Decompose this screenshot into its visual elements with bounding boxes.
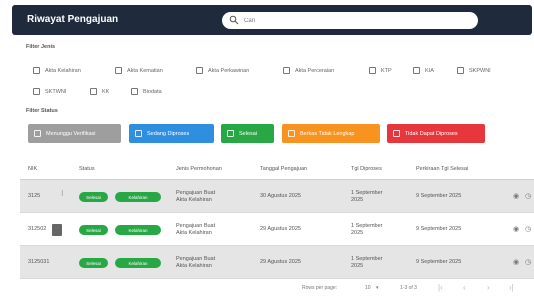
selesai-cell: 9 September 2025 [416,226,462,232]
checkbox[interactable] [33,88,40,95]
jenis-line1: Pengajuan Buat [176,223,216,229]
first-page-icon[interactable]: |‹ [438,283,443,292]
view-icon[interactable]: ◉ [513,192,519,200]
filter-kk[interactable]: KK [90,88,109,95]
column-tanggal-pengajuan[interactable]: Tanggal Pengajuan [260,166,307,172]
search-icon [229,15,239,25]
filter-jenis-label: Filter Jenis [26,44,56,50]
status-selesai-button[interactable]: Selesai [221,124,274,143]
checkbox[interactable] [413,67,420,74]
checkbox[interactable] [457,67,464,74]
rows-per-page-label: Rows per page: [302,285,338,291]
page-title: Riwayat Pengajuan [27,14,119,25]
last-page-icon[interactable]: ›| [509,283,514,292]
proses-line1: 1 September [351,223,383,229]
nik-cell: 312502 [28,226,47,232]
view-icon[interactable]: ◉ [513,258,519,266]
checkbox[interactable] [369,67,376,74]
nik-masked-block [52,224,62,236]
column-jenis[interactable]: Jenis Permohonan [176,166,222,172]
tanggal-cell: 30 Agustus 2025 [260,193,301,199]
tag-badge: Kelahiran [115,258,161,268]
column-status[interactable]: Status [79,166,95,172]
jenis-line1: Pengajuan Buat [176,256,216,262]
filter-akta-kelahiran[interactable]: Akta Kelahiran [33,67,81,74]
filter-ktp[interactable]: KTP [369,67,392,74]
table-row[interactable]: 3125031 Selesai Kelahiran Pengajuan Buat… [20,246,534,279]
history-icon[interactable]: ◷ [525,225,531,233]
checkbox[interactable] [135,130,142,137]
column-perkiraan-selesai[interactable]: Perkiraan Tgl Selesai [416,166,468,172]
status-menunggu-verifikasi-button[interactable]: Menunggu Verifikasi [28,124,121,143]
search-input[interactable] [244,15,469,26]
status-tidak-dapat-diproses-button[interactable]: Tidak Dapat Diproses [387,124,485,143]
chevron-down-icon[interactable]: ▾ [376,285,379,291]
status-berkas-tidak-lengkap-button[interactable]: Berkas Tidak Lengkap [282,124,380,143]
checkbox[interactable] [393,130,400,137]
jenis-line2: Akta Kelahiran [176,197,212,203]
nik-cell: 3125031 [28,259,50,265]
checkbox[interactable] [33,67,40,74]
more-icon[interactable]: ⁝ [61,189,64,198]
tag-badge: Kelahiran [115,225,161,235]
filter-status-label: Filter Status [26,108,58,114]
app-header: Riwayat Pengajuan [12,5,532,35]
tanggal-cell: 29 Agustus 2025 [260,259,301,265]
filter-biodata[interactable]: Biodata [131,88,162,95]
checkbox[interactable] [196,67,203,74]
checkbox[interactable] [288,130,295,137]
filter-akta-kematian[interactable]: Akta Kematian [115,67,163,74]
table-row[interactable]: 3125 ⁝ Selesai Kelahiran Pengajuan Buat … [20,180,534,213]
proses-line2: 2025 [351,230,364,236]
jenis-line2: Akta Kelahiran [176,263,212,269]
proses-line1: 1 September [351,256,383,262]
status-sedang-diproses-button[interactable]: Sedang Diproses [129,124,214,143]
jenis-line2: Akta Kelahiran [176,230,212,236]
selesai-cell: 9 September 2025 [416,259,462,265]
prev-page-icon[interactable]: ‹ [463,283,466,292]
proses-line1: 1 September [351,190,383,196]
proses-line2: 2025 [351,197,364,203]
filter-skpwni[interactable]: SKPWNI [457,67,491,74]
pagination-range: 1-3 of 3 [400,285,417,291]
status-badge: Selesai [79,258,108,268]
checkbox[interactable] [90,88,97,95]
search-bar[interactable] [222,12,478,29]
status-badge: Selesai [79,225,108,235]
filter-sktwni[interactable]: SKTWNI [33,88,66,95]
checkbox[interactable] [131,88,138,95]
column-nik[interactable]: NIK [28,166,37,172]
tag-badge: Kelahiran [115,192,161,202]
nik-cell: 3125 [28,193,41,199]
checkbox[interactable] [227,130,234,137]
history-icon[interactable]: ◷ [525,258,531,266]
filter-kia[interactable]: KIA [413,67,434,74]
next-page-icon[interactable]: › [487,283,490,292]
checkbox[interactable] [34,130,41,137]
selesai-cell: 9 September 2025 [416,193,462,199]
filter-akta-perkawinan[interactable]: Akta Perkawinan [196,67,249,74]
filter-akta-perceraian[interactable]: Akta Perceraian [283,67,334,74]
jenis-line1: Pengajuan Buat [176,190,216,196]
rows-per-page-select[interactable]: 10 [365,285,371,291]
proses-line2: 2025 [351,263,364,269]
history-icon[interactable]: ◷ [525,192,531,200]
view-icon[interactable]: ◉ [513,225,519,233]
column-tgl-diproses[interactable]: Tgl Diproses [351,166,382,172]
table-row[interactable]: 312502 Selesai Kelahiran Pengajuan Buat … [20,213,534,246]
tanggal-cell: 29 Agustus 2025 [260,226,301,232]
status-badge: Selesai [79,192,108,202]
table-header: NIK Status Jenis Permohonan Tanggal Peng… [20,160,534,180]
checkbox[interactable] [115,67,122,74]
checkbox[interactable] [283,67,290,74]
